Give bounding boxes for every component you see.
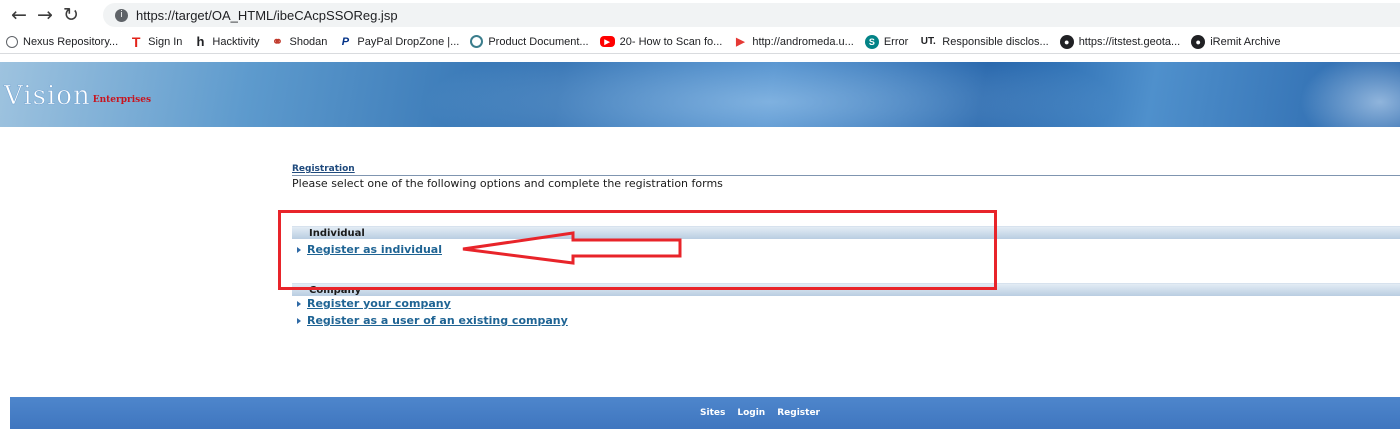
page-footer: Sites Login Register	[10, 397, 1400, 429]
play-arrow-icon: ▶	[736, 36, 745, 48]
bookmark-product-docs[interactable]: Product Document...	[470, 35, 589, 48]
url-text[interactable]: https://target/OA_HTML/ibeCAcpSSOReg.jsp	[136, 8, 398, 23]
vision-logo: Vision Enterprises	[4, 81, 152, 111]
register-company-link[interactable]: Register your company	[297, 297, 451, 310]
youtube-icon: ▶	[599, 36, 615, 47]
banner-glow	[420, 62, 1120, 127]
bookmark-shodan[interactable]: ⚭ Shodan	[270, 33, 328, 49]
footer-link-login[interactable]: Login	[737, 408, 765, 418]
logo-main-text: Vision	[4, 81, 91, 111]
link-text[interactable]: Register your company	[307, 297, 451, 310]
title-divider	[292, 175, 1400, 176]
bookmarks-bar: Nexus Repository... T Sign In h Hacktivi…	[0, 30, 1400, 54]
globe-icon: ●	[1191, 34, 1206, 49]
h1-logo-icon: h	[196, 34, 205, 49]
circle-logo-icon	[470, 35, 484, 48]
bookmark-error[interactable]: S Error	[864, 34, 909, 49]
back-arrow-icon[interactable]: ←	[6, 2, 32, 28]
globe-icon: ●	[1059, 34, 1074, 49]
bookmark-label: Nexus Repository...	[23, 35, 119, 48]
bookmark-label: https://itstest.geota...	[1078, 35, 1181, 48]
bookmark-andromeda[interactable]: ▶ http://andromeda.u...	[733, 35, 854, 49]
bookmark-paypal[interactable]: P PayPal DropZone |...	[338, 35, 460, 49]
link-text[interactable]: Register as individual	[307, 243, 442, 256]
bookmark-label: Responsible disclos...	[942, 35, 1049, 48]
page-instructions: Please select one of the following optio…	[292, 177, 723, 190]
section-header-company: Company	[292, 283, 1400, 296]
bookmark-label: Error	[883, 35, 909, 48]
bookmark-label: Product Document...	[488, 35, 589, 48]
bookmark-responsible-disclosure[interactable]: UT. Responsible disclos...	[919, 35, 1049, 49]
bookmark-youtube[interactable]: ▶ 20- How to Scan fo...	[599, 35, 723, 48]
bookmark-label: http://andromeda.u...	[752, 35, 854, 48]
triangle-bullet-icon	[297, 246, 301, 253]
reload-icon[interactable]: ↻	[58, 2, 84, 28]
address-bar[interactable]: i https://target/OA_HTML/ibeCAcpSSOReg.j…	[103, 3, 1400, 27]
bookmark-label: PayPal DropZone |...	[357, 35, 460, 48]
sharepoint-icon: S	[864, 34, 879, 49]
shodan-icon: ⚭	[272, 33, 283, 49]
bookmark-label: Shodan	[289, 35, 328, 48]
bookmark-sign-in[interactable]: T Sign In	[129, 33, 183, 50]
footer-links: Sites Login Register	[10, 397, 1400, 429]
bookmark-label: Hacktivity	[212, 35, 260, 48]
bookmark-label: Sign In	[148, 35, 183, 48]
link-text[interactable]: Register as a user of an existing compan…	[307, 314, 568, 327]
bookmark-iremit[interactable]: ● iRemit Archive	[1191, 34, 1281, 49]
triangle-bullet-icon	[297, 317, 301, 324]
register-individual-link[interactable]: Register as individual	[297, 243, 442, 256]
page-title: Registration	[292, 164, 355, 174]
ut-logo-icon: UT.	[920, 36, 936, 47]
t-logo-icon: T	[131, 33, 141, 50]
bookmark-nexus[interactable]: Nexus Repository...	[6, 35, 119, 48]
registration-panel: Registration Please select one of the fo…	[292, 164, 1400, 190]
register-existing-company-user-link[interactable]: Register as a user of an existing compan…	[297, 314, 568, 327]
section-header-label: Individual	[309, 228, 365, 239]
footer-link-register[interactable]: Register	[777, 408, 820, 418]
section-header-label: Company	[309, 285, 362, 296]
logo-sub-text: Enterprises	[92, 95, 152, 105]
bookmark-label: 20- How to Scan fo...	[619, 35, 723, 48]
browser-toolbar: ← → ↻ i https://target/OA_HTML/ibeCAcpSS…	[0, 0, 1400, 30]
header-banner: Vision Enterprises	[0, 62, 1400, 127]
bookmark-hacktivity[interactable]: h Hacktivity	[193, 34, 260, 49]
bookmark-itstest[interactable]: ● https://itstest.geota...	[1059, 34, 1181, 49]
footer-link-sites[interactable]: Sites	[700, 408, 725, 418]
triangle-bullet-icon	[297, 300, 301, 307]
cube-icon	[6, 35, 18, 48]
paypal-icon: P	[341, 35, 350, 48]
bookmark-label: iRemit Archive	[1210, 35, 1281, 48]
site-info-icon[interactable]: i	[115, 8, 128, 22]
section-header-individual: Individual	[292, 226, 1400, 239]
forward-arrow-icon[interactable]: →	[32, 2, 58, 28]
banner-glow	[1300, 62, 1400, 127]
